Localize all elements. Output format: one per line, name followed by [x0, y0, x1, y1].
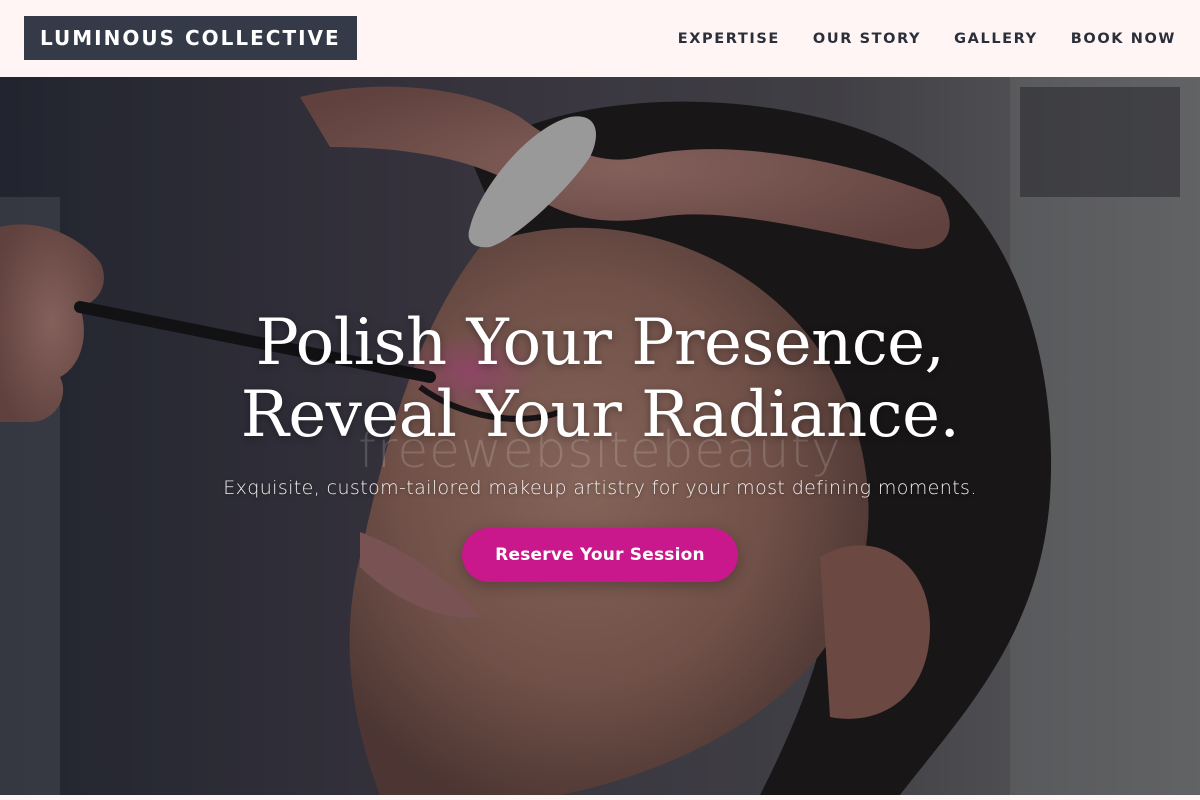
reserve-session-button[interactable]: Reserve Your Session	[462, 528, 738, 582]
hero-content: Polish Your Presence, Reveal Your Radian…	[0, 307, 1200, 582]
page-bottom-strip	[0, 795, 1200, 800]
nav-link-our-story[interactable]: OUR STORY	[813, 31, 921, 47]
brand-logo[interactable]: LUMINOUS COLLECTIVE	[24, 15, 357, 60]
nav-link-gallery[interactable]: GALLERY	[954, 31, 1038, 47]
site-header: LUMINOUS COLLECTIVE EXPERTISE OUR STORY …	[0, 0, 1200, 77]
hero-title-line-1: Polish Your Presence,	[255, 306, 945, 380]
main-nav: EXPERTISE OUR STORY GALLERY BOOK NOW	[678, 31, 1176, 47]
hero-title: Polish Your Presence, Reveal Your Radian…	[0, 307, 1200, 451]
nav-link-expertise[interactable]: EXPERTISE	[678, 31, 780, 47]
hero-title-line-2: Reveal Your Radiance.	[240, 378, 960, 452]
hero-section: freewebsitebeauty Polish Your Presence, …	[0, 77, 1200, 795]
nav-link-book-now[interactable]: BOOK NOW	[1071, 31, 1176, 47]
hero-subtitle: Exquisite, custom-tailored makeup artist…	[223, 477, 977, 499]
